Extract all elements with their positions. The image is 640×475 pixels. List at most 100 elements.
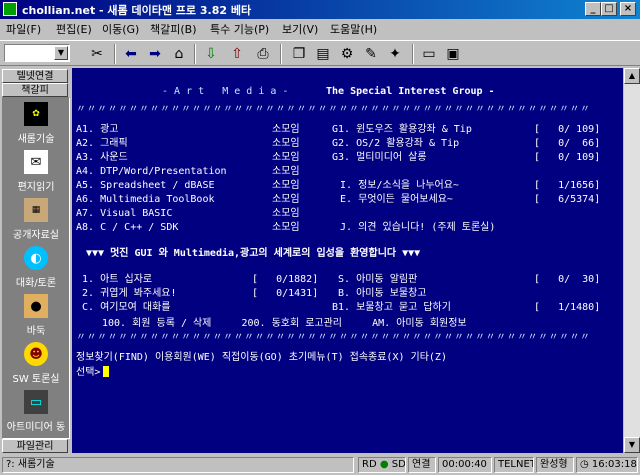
print-icon[interactable]: ⎙ <box>252 44 274 64</box>
toolbar-separator <box>412 44 414 64</box>
menu-row-a8-type: 소모임 <box>272 222 300 233</box>
menu-bar: 파일(F) 편집(E) 이동(G) 책갈피(B) 특수 기능(P) 보기(V) … <box>0 19 640 39</box>
sidebar-item-sw-forum[interactable]: ☻ SW 토론실 <box>3 340 69 394</box>
menu-row-a1[interactable]: A1. 광고 <box>76 124 119 136</box>
telnet-connect-button[interactable]: 텔넷연결 <box>2 69 68 83</box>
menu-edit[interactable]: 편집(E) <box>56 21 92 37</box>
sidebar-item-artmedia[interactable]: ▭ 아트미디어 동 <box>3 388 69 442</box>
command-line: 정보찾기(FIND) 이용회원(WE) 직접이동(GO) 초기메뉴(T) 접속종… <box>76 352 447 363</box>
maximize-button[interactable]: □ <box>601 2 617 16</box>
sidebar-item-label: 편지읽기 <box>17 182 55 193</box>
board-row-2[interactable]: 2. 귀엽게 봐주세요! <box>82 288 177 300</box>
bookmark-button[interactable]: 책갈피 <box>2 83 68 97</box>
sidebar-item-seorom[interactable]: ✿ 새롬기술 <box>3 100 69 154</box>
menu-help[interactable]: 도움말(H) <box>330 21 377 37</box>
board-row-s[interactable]: S. 아미동 알림판 <box>338 274 417 286</box>
address-combo[interactable]: ▼ <box>4 44 70 62</box>
back-arrow-icon[interactable]: ⬅ <box>120 44 142 64</box>
prompt-line[interactable]: 선택> <box>76 366 110 379</box>
divider-pattern: 〃〃〃〃〃〃〃〃〃〃〃〃〃〃〃〃〃〃〃〃〃〃〃〃〃〃〃〃〃〃〃〃〃〃〃〃〃〃〃〃… <box>76 104 591 115</box>
disconnect-icon[interactable]: ✂ <box>86 44 108 64</box>
menu-row-e[interactable]: E. 무엇이든 물어보세요~ <box>340 194 453 206</box>
board-row-b[interactable]: B. 아미동 보물창고 <box>338 288 427 300</box>
sw-forum-icon: ☻ <box>24 342 48 366</box>
menu-row-a2[interactable]: A2. 그래픽 <box>76 138 128 150</box>
menu-row-g1[interactable]: G1. 윈도우즈 활용강좌 & Tip <box>332 124 472 136</box>
menu-row-a7-type: 소모임 <box>272 208 300 219</box>
sidebar-item-archive[interactable]: ▦ 공개자료실 <box>3 196 69 250</box>
upload-icon[interactable]: ⇧ <box>226 44 248 64</box>
app-icon <box>3 2 17 16</box>
menu-row-a3[interactable]: A3. 사운드 <box>76 152 128 164</box>
member-menu-line: 100. 회원 등록 / 삭제 200. 동호회 로고관리 AM. 아미동 회원… <box>102 318 467 329</box>
monitor-icon: ▭ <box>24 390 48 414</box>
title-bar[interactable]: chollian.net - 새롬 데이타맨 프로 3.82 베타 _ □ × <box>0 0 640 19</box>
menu-file[interactable]: 파일(F) <box>6 21 41 37</box>
menu-row-a7[interactable]: A7. Visual BASIC <box>76 208 172 220</box>
sidebar-panel: ✿ 새롬기술 ✉ 편지읽기 ▦ 공개자료실 ◐ 대화/토론 ● 바둑 ☻ SW … <box>2 97 70 439</box>
banner-subtitle: The Special Interest Group - <box>326 86 495 97</box>
toolbar-separator <box>114 44 116 64</box>
home-icon[interactable]: ⌂ <box>168 44 190 64</box>
palette-icon[interactable]: ✦ <box>384 44 406 64</box>
menu-row-a6-type: 소모임 <box>272 194 300 205</box>
menu-row-g3[interactable]: G3. 멀티미디어 살롱 <box>332 152 427 164</box>
banner-title: - A r t M e d i a - <box>162 86 289 97</box>
sidebar-item-chat[interactable]: ◐ 대화/토론 <box>3 244 69 298</box>
status-bar: ?: 새롬기술 RD ● SD ● 연결 00:00:40 TELNET 완성형… <box>0 455 640 475</box>
board-row-c[interactable]: C. 여기모여 대화를 <box>82 302 171 314</box>
forward-arrow-icon[interactable]: ➡ <box>144 44 166 64</box>
sidebar-item-label: 공개자료실 <box>13 230 59 241</box>
clock-icon: ◷ <box>580 459 589 470</box>
status-elapsed-time: 00:00:40 <box>438 457 492 473</box>
sidebar-item-mail[interactable]: ✉ 편지읽기 <box>3 148 69 202</box>
scroll-down-icon[interactable]: ▼ <box>624 437 640 453</box>
archive-icon: ▦ <box>24 198 48 222</box>
menu-row-a8[interactable]: A8. C / C++ / SDK <box>76 222 178 234</box>
menu-view[interactable]: 보기(V) <box>282 21 318 37</box>
chat-icon: ◐ <box>24 246 48 270</box>
board-row-1[interactable]: 1. 아트 십자로 <box>82 274 152 286</box>
menu-row-a1-type: 소모임 <box>272 124 300 135</box>
status-connection: 연결 <box>408 457 436 473</box>
menu-row-a6[interactable]: A6. Multimedia ToolBook <box>76 194 214 206</box>
status-message: ?: 새롬기술 <box>2 457 354 473</box>
sidebar-item-label: 아트미디어 동 <box>6 422 66 433</box>
close-button[interactable]: × <box>620 2 636 16</box>
status-leds: RD ● SD ● <box>358 457 406 473</box>
menu-bookmark[interactable]: 책갈피(B) <box>150 21 197 37</box>
menu-row-a2-type: 소모임 <box>272 138 300 149</box>
edit-icon[interactable]: ✎ <box>360 44 382 64</box>
minimize-button[interactable]: _ <box>585 2 601 16</box>
vertical-scrollbar[interactable]: ▲ ▼ <box>624 68 640 453</box>
window-icon[interactable]: ▭ <box>418 44 440 64</box>
chevron-down-icon[interactable]: ▼ <box>54 46 68 60</box>
copy-icon[interactable]: ❐ <box>288 44 310 64</box>
sidebar-item-baduk[interactable]: ● 바둑 <box>3 292 69 346</box>
paste-icon[interactable]: ▤ <box>312 44 334 64</box>
menu-row-a4-type: 소모임 <box>272 166 300 177</box>
board-row-b1[interactable]: B1. 보물창고 묻고 답하기 <box>332 302 451 314</box>
board-row-1-count: [ 0/1882] <box>252 274 319 285</box>
menu-row-a5[interactable]: A5. Spreadsheet / dBASE <box>76 180 214 192</box>
menu-special[interactable]: 특수 기능(P) <box>210 21 269 37</box>
menu-row-a5-type: 소모임 <box>272 180 300 191</box>
seorom-logo-icon: ✿ <box>24 102 48 126</box>
menu-row-i[interactable]: I. 정보/소식을 나누어요~ <box>340 180 459 192</box>
welcome-banner: ▼▼▼ 멋진 GUI 와 Multimedia,광고의 세계로의 입성을 환영합… <box>86 248 421 259</box>
menu-row-g2[interactable]: G2. OS/2 활용강좌 & Tip <box>332 138 459 150</box>
settings-icon[interactable]: ⚙ <box>336 44 358 64</box>
status-protocol: TELNET <box>494 457 534 473</box>
menu-go[interactable]: 이동(G) <box>102 21 139 37</box>
menu-row-e-count: [ 6/5374] <box>534 194 601 205</box>
menu-row-j[interactable]: J. 의견 있습니다! (주제 토론실) <box>340 222 495 234</box>
file-manager-button[interactable]: 파일관리 <box>2 439 68 453</box>
menu-row-a4[interactable]: A4. DTP/Word/Presentation <box>76 166 227 178</box>
menu-row-g3-count: [ 0/ 109] <box>534 152 601 163</box>
toolbar-separator <box>280 44 282 64</box>
download-icon[interactable]: ⇩ <box>200 44 222 64</box>
window2-icon[interactable]: ▣ <box>442 44 464 64</box>
scroll-up-icon[interactable]: ▲ <box>624 68 640 84</box>
status-input-mode: 완성형 <box>536 457 574 473</box>
terminal-screen[interactable]: - A r t M e d i a - The Special Interest… <box>72 68 623 453</box>
